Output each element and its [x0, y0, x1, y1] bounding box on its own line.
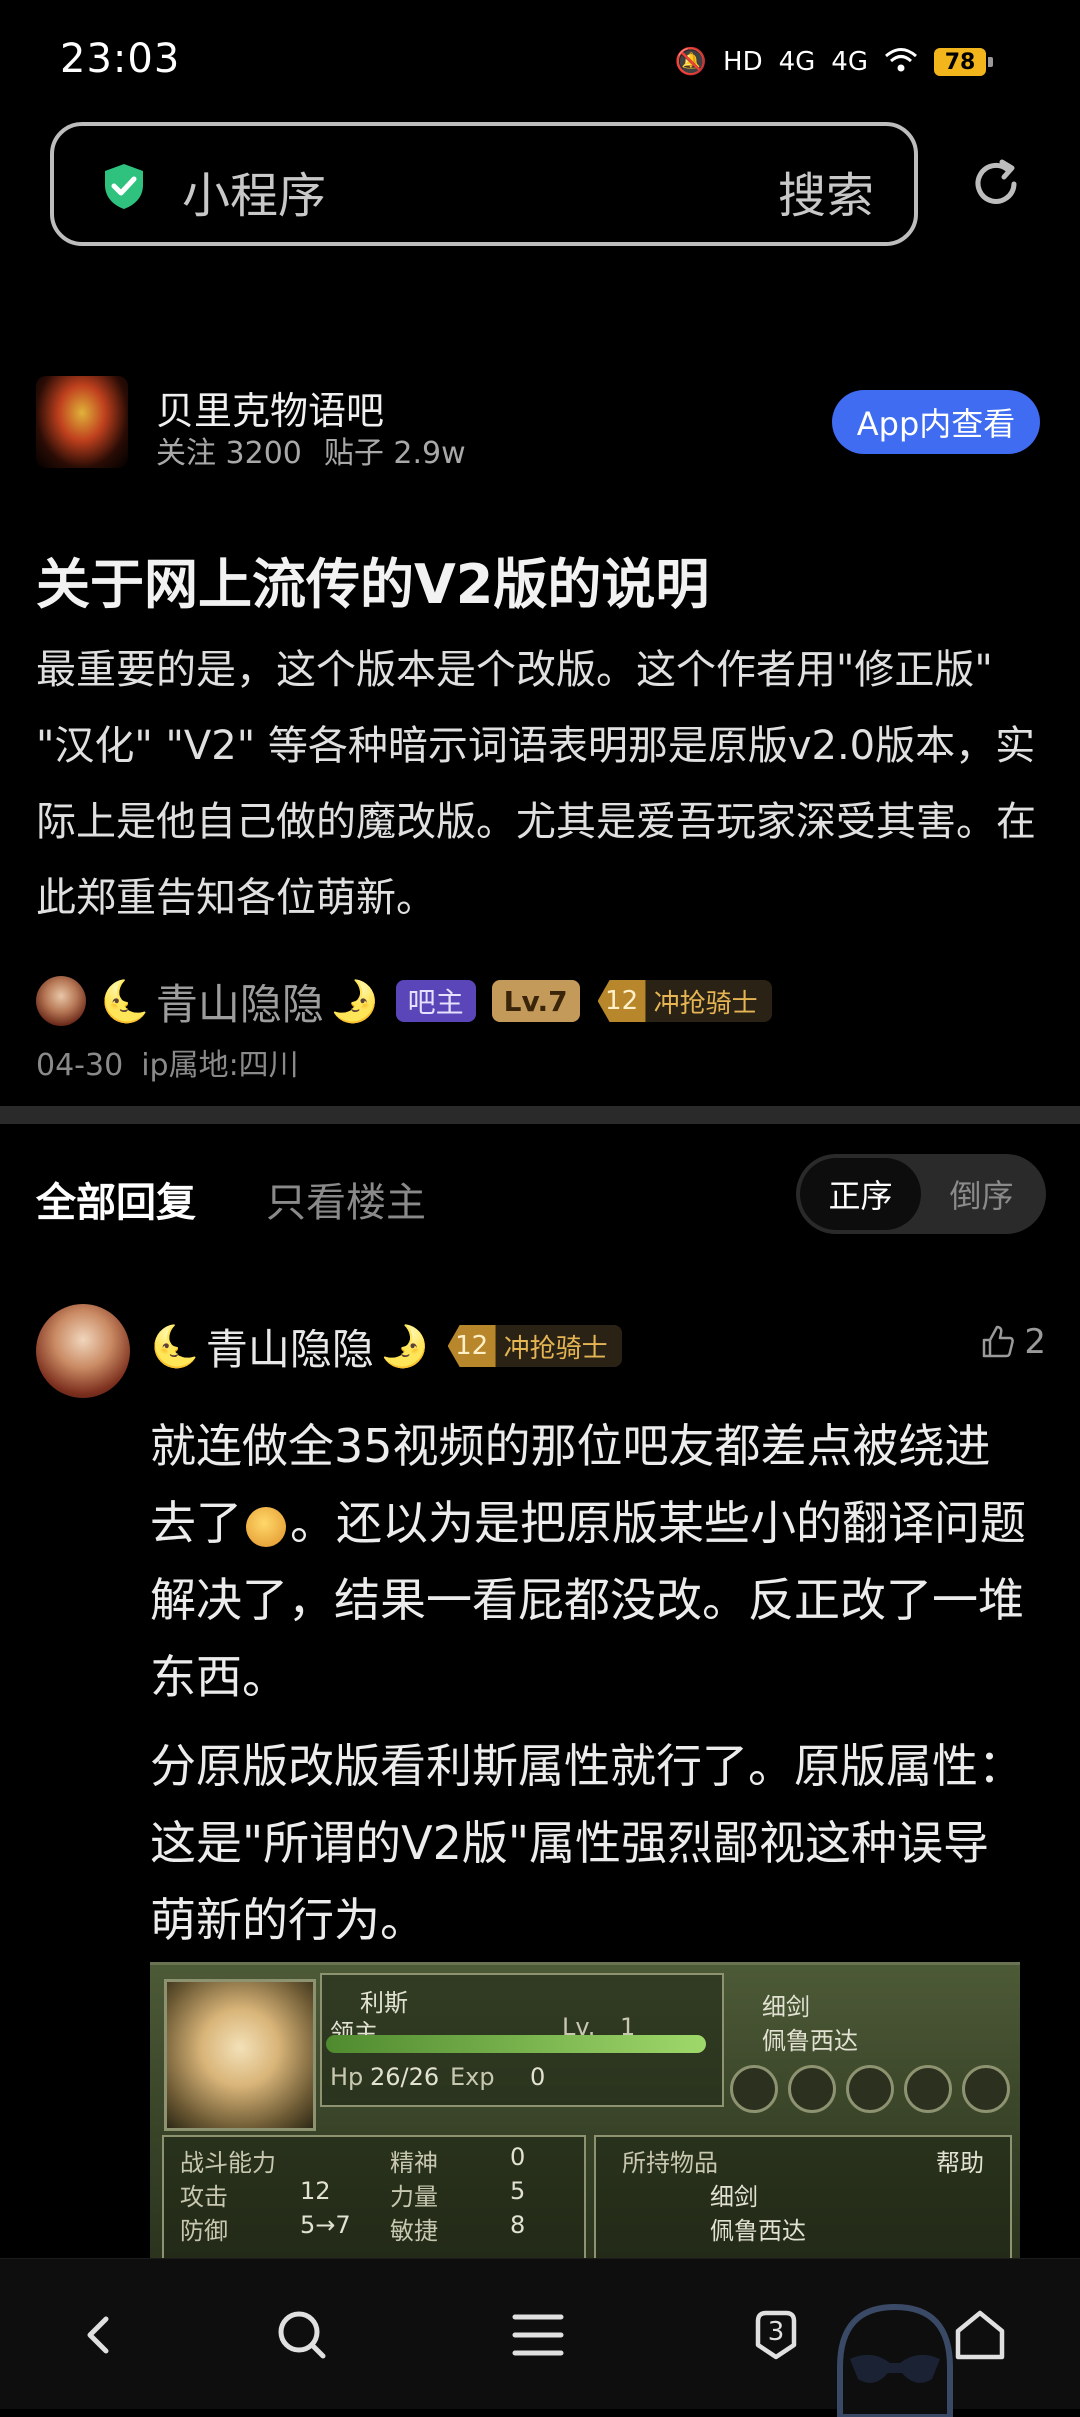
honor-title: 冲抢骑士 — [645, 980, 772, 1022]
section-divider — [0, 1106, 1080, 1124]
avatar[interactable] — [36, 976, 86, 1026]
post-author[interactable]: 🌜 青山隐隐 🌛 吧主 Lv.7 12 冲抢骑士 — [36, 974, 772, 1029]
reply-author-name[interactable]: 青山隐隐 — [206, 1316, 374, 1377]
emoji-icon — [246, 1506, 286, 1547]
forum-stats: 关注 3200 贴子 2.9w — [156, 428, 488, 472]
stat-value: 5 — [510, 2177, 526, 2205]
post-body: 最重要的是，这个版本是个改版。这个作者用"修正版" "汉化" "V2" 等各种暗… — [36, 647, 1036, 921]
search-button[interactable]: 搜索 — [778, 156, 874, 226]
honor-level: 12 — [597, 980, 646, 1022]
game-screenshot-image[interactable]: 利斯 领主 Lv. 1 Hp 26/26 Exp 0 细剑 佩鲁西达 战斗能力 … — [150, 1962, 1020, 2261]
search-icon — [278, 2311, 326, 2359]
honor-badge: 12 冲抢骑士 — [597, 980, 772, 1022]
tab-op-only[interactable]: 只看楼主 — [266, 1170, 426, 1228]
status-icons: 🔕 HD 4G 4G 78 — [674, 42, 993, 82]
stat-label: 敏捷 — [390, 2217, 438, 2245]
moon-icon: 🌜 — [100, 978, 150, 1025]
stat-value: 5→7 — [300, 2211, 351, 2239]
post-title: 关于网上流传的V2版的说明 — [36, 553, 710, 616]
sort-ascending[interactable]: 正序 — [800, 1158, 921, 1230]
hp-value: 26/26 — [370, 2063, 440, 2091]
exp-value: 0 — [530, 2063, 546, 2091]
equip-slots — [730, 2065, 1010, 2113]
honor-title: 冲抢骑士 — [495, 1325, 622, 1367]
equip-armor: 佩鲁西达 — [762, 2027, 858, 2055]
chevron-left-icon — [87, 2316, 109, 2354]
author-name[interactable]: 青山隐隐 — [156, 971, 324, 1032]
search-input[interactable]: 小程序 — [182, 156, 326, 226]
tab-all-replies[interactable]: 全部回复 — [36, 1170, 196, 1228]
moon-icon: 🌛 — [329, 978, 380, 1025]
thumbs-up-icon — [983, 1325, 1015, 1358]
search-bar[interactable]: 小程序 搜索 — [50, 122, 918, 246]
reply-paragraph: 分原版改版看利斯属性就行了。原版属性：这是"所谓的V2版"属性强烈鄙视这种误导萌… — [150, 1739, 1024, 1947]
reply-body: 就连做全35视频的那位吧友都差点被绕进去了 。还以为是把原版某些小的翻译问题解决了… — [150, 1408, 1030, 1971]
honor-badge: 12 冲抢骑士 — [447, 1325, 622, 1367]
stat-label: 精神 — [390, 2149, 438, 2177]
slot — [846, 2065, 894, 2113]
open-in-app-button[interactable]: App内查看 — [832, 390, 1040, 454]
forum-name[interactable]: 贝里克物语吧 — [156, 380, 384, 435]
stat-value: 8 — [510, 2211, 526, 2239]
hd-label: HD — [723, 47, 763, 77]
exp-label: Exp — [450, 2063, 495, 2091]
menu-button[interactable] — [508, 2305, 568, 2365]
stat-label: 力量 — [390, 2183, 438, 2211]
stat-label: 防御 — [180, 2217, 228, 2245]
reply-author[interactable]: 🌜 青山隐隐 🌛 12 冲抢骑士 — [150, 1316, 622, 1376]
bottom-nav: 3 — [0, 2258, 1080, 2417]
stat-label: 攻击 — [180, 2183, 228, 2211]
menu-icon — [512, 2314, 564, 2356]
mute-icon: 🔕 — [674, 47, 708, 77]
stat-value: 0 — [510, 2143, 526, 2171]
item-name: 佩鲁西达 — [710, 2217, 806, 2245]
sort-descending[interactable]: 倒序 — [921, 1158, 1042, 1230]
home-icon — [955, 2310, 1005, 2360]
items-header: 所持物品 — [622, 2149, 718, 2177]
honor-level: 12 — [447, 1325, 496, 1367]
like-button[interactable]: 2 — [980, 1322, 1046, 1362]
level-badge: Lv.7 — [491, 980, 580, 1022]
slot — [904, 2065, 952, 2113]
like-count: 2 — [1024, 1322, 1046, 1362]
shield-check-icon — [105, 164, 143, 209]
sort-toggle[interactable]: 正序 倒序 — [796, 1154, 1046, 1234]
tabs-count: 3 — [767, 2317, 785, 2347]
slot — [730, 2065, 778, 2113]
back-button[interactable] — [70, 2305, 130, 2365]
reply-avatar[interactable] — [36, 1304, 130, 1398]
reply-paragraph: 就连做全35视频的那位吧友都差点被绕进去了 。还以为是把原版某些小的翻译问题解决了… — [150, 1408, 1030, 1716]
status-time: 23:03 — [60, 36, 181, 82]
moon-icon: 🌛 — [379, 1323, 430, 1370]
wifi-icon — [884, 47, 918, 78]
mascot-ghost-icon — [837, 2303, 953, 2417]
moon-icon: 🌜 — [150, 1323, 200, 1370]
refresh-icon[interactable] — [966, 154, 1026, 214]
stats-header: 战斗能力 — [180, 2149, 276, 2177]
help-label: 帮助 — [936, 2149, 984, 2177]
character-portrait — [164, 1979, 316, 2131]
forum-posts: 贴子 2.9w — [323, 436, 466, 471]
post-date: 04-30 — [36, 1048, 124, 1083]
post-ip: ip属地:四川 — [141, 1048, 299, 1083]
forum-followers: 关注 3200 — [156, 436, 302, 471]
tabs-button[interactable]: 3 — [746, 2305, 806, 2365]
battery-indicator: 78 — [934, 48, 993, 76]
slot — [788, 2065, 836, 2113]
item-name: 细剑 — [710, 2183, 758, 2211]
stat-value: 12 — [300, 2177, 331, 2205]
owner-badge: 吧主 — [395, 980, 476, 1022]
search-nav-button[interactable] — [272, 2305, 332, 2365]
equip-weapon: 细剑 — [762, 1993, 810, 2021]
hp-label: Hp — [330, 2063, 364, 2091]
signal-2-label: 4G — [831, 47, 868, 77]
slot — [962, 2065, 1010, 2113]
home-button[interactable] — [950, 2305, 1010, 2365]
post-meta: 04-30 ip属地:四川 — [36, 1040, 317, 1084]
forum-avatar[interactable] — [36, 376, 128, 468]
signal-1-label: 4G — [778, 47, 816, 77]
hp-bar — [326, 2035, 706, 2053]
